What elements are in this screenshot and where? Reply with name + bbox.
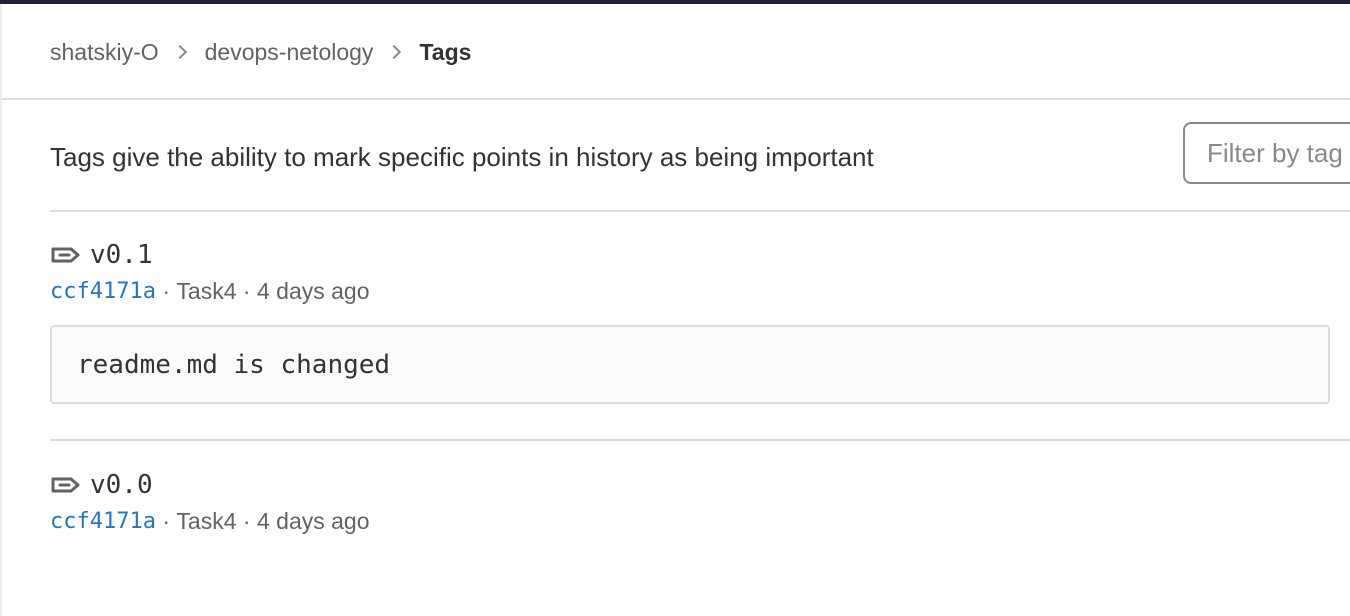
meta-separator: · (236, 278, 257, 304)
divider (50, 439, 1350, 441)
tag-title: v0.0 (50, 468, 370, 502)
top-navigation-bar (0, 0, 1350, 4)
meta-separator: · (236, 508, 257, 534)
tag-icon (51, 477, 80, 493)
commit-sha-link[interactable]: ccf4171a (50, 509, 156, 534)
meta-separator: · (155, 508, 177, 534)
commit-time: 4 days ago (256, 278, 370, 304)
tag-message-box: readme.md is changed (50, 325, 1330, 404)
commit-title-link[interactable]: Task4 (176, 508, 236, 535)
page-description: Tags give the ability to mark specific p… (50, 142, 874, 172)
tag-name-link[interactable]: v0.1 (90, 240, 153, 270)
commit-title-link[interactable]: Task4 (176, 278, 236, 305)
breadcrumb-item-project[interactable]: devops-netology (205, 39, 374, 66)
meta-separator: · (155, 278, 177, 304)
commit-time: 4 days ago (256, 508, 370, 534)
tag-name-link[interactable]: v0.0 (90, 470, 153, 500)
tag-item: v0.0 ccf4171a · Task4 · 4 days ago (50, 468, 370, 535)
chevron-right-icon (172, 44, 187, 60)
breadcrumb-item-namespace[interactable]: shatskiy-O (50, 39, 159, 66)
tag-icon (51, 247, 80, 263)
tag-message: readme.md is changed (77, 349, 391, 380)
chevron-right-icon (387, 44, 402, 60)
tag-commit-meta: ccf4171a · Task4 · 4 days ago (50, 278, 370, 305)
breadcrumb: shatskiy-O devops-netology Tags (50, 36, 471, 68)
tag-filter-input[interactable] (1183, 122, 1350, 184)
header-divider (2, 98, 1350, 100)
breadcrumb-item-current[interactable]: Tags (419, 39, 471, 66)
tag-commit-meta: ccf4171a · Task4 · 4 days ago (50, 508, 370, 535)
divider (50, 210, 1350, 212)
tag-item: v0.1 ccf4171a · Task4 · 4 days ago (50, 238, 370, 305)
tag-title: v0.1 (50, 238, 370, 272)
sidebar-edge (0, 4, 2, 616)
commit-sha-link[interactable]: ccf4171a (50, 279, 156, 304)
